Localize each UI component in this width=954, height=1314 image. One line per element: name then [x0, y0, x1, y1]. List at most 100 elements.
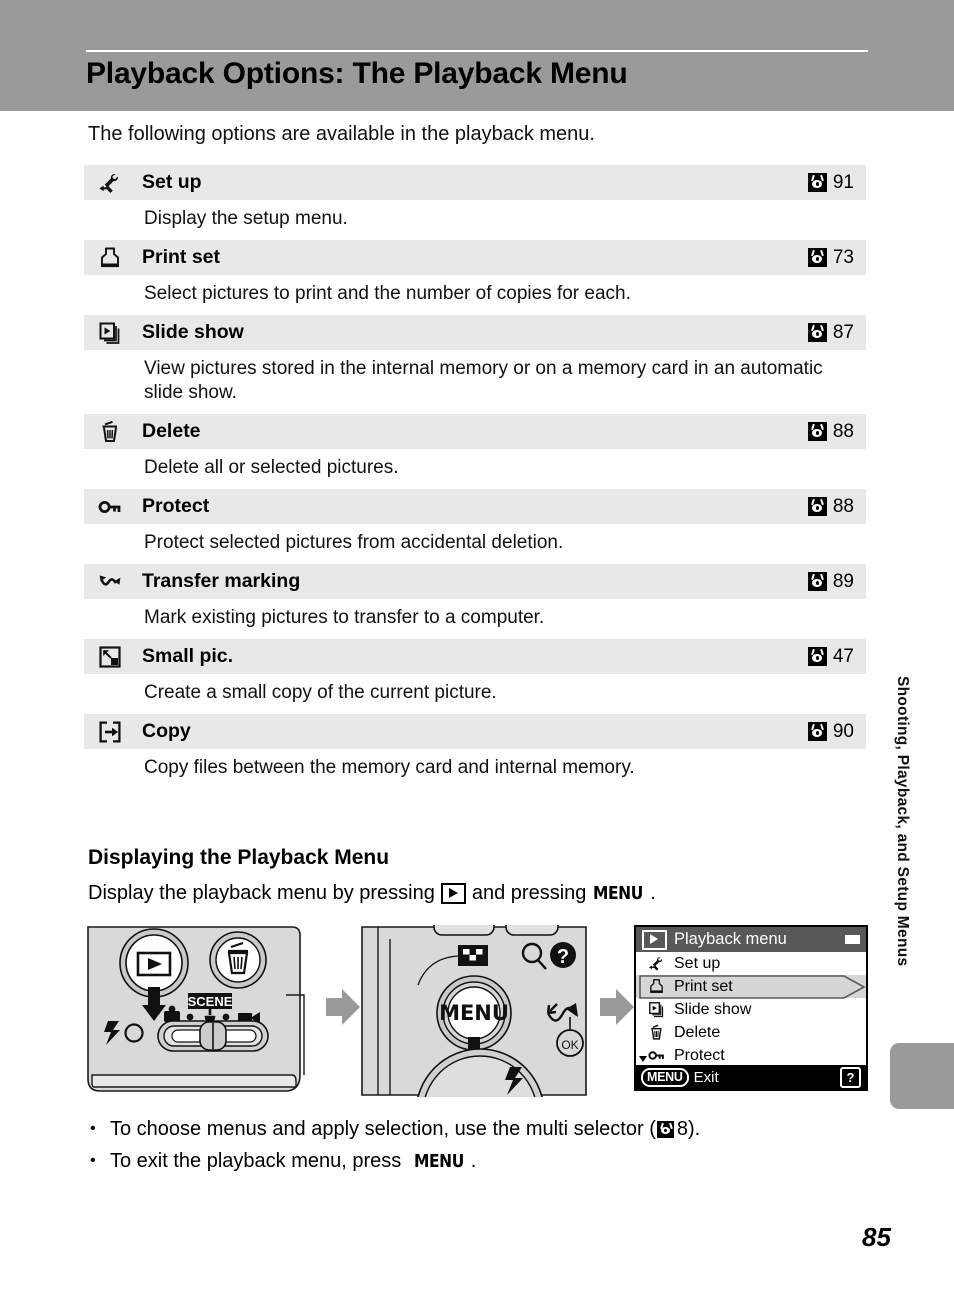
- page-reference-icon: [807, 323, 827, 342]
- page-reference: 73: [807, 247, 854, 269]
- lcd-menu-item: Slide show: [636, 998, 866, 1021]
- option-description: View pictures stored in the internal mem…: [84, 350, 866, 414]
- table-row: Copy 90: [84, 714, 866, 749]
- lcd-title-text: Playback menu: [674, 930, 787, 948]
- option-description: Create a small copy of the current pictu…: [84, 674, 866, 714]
- page-reference: 87: [807, 321, 854, 344]
- list-item: To exit the playback menu, press MENU.: [110, 1145, 700, 1178]
- lcd-menu-item: Set up: [636, 952, 866, 975]
- page-reference-number: 91: [832, 171, 854, 193]
- instruction-before: Display the playback menu by pressing: [88, 882, 435, 904]
- camera-rear-playback-button-diagram: SCENE: [86, 925, 326, 1097]
- lcd-frame: Playback menu Set up Print set Slide show D…: [634, 925, 868, 1091]
- bullet-2-before: To exit the playback menu, press: [110, 1150, 402, 1172]
- lcd-menu-item-label: Set up: [674, 954, 721, 972]
- menu-button-glyph: MENU: [593, 883, 644, 904]
- table-row: Print set 73: [84, 240, 866, 275]
- lcd-menu-item: Protect: [636, 1044, 866, 1067]
- option-label: Print set: [142, 246, 221, 268]
- flow-arrow-2-icon: [598, 987, 636, 1027]
- svg-text:?: ?: [557, 946, 569, 968]
- page-reference: 91: [807, 171, 854, 194]
- bullet-1-before: To choose menus and apply selection, use…: [110, 1118, 656, 1140]
- option-label: Copy: [142, 720, 191, 742]
- option-description: Select pictures to print and the number …: [84, 275, 866, 315]
- option-description: Copy files between the memory card and i…: [84, 749, 866, 789]
- svg-text:SCENE: SCENE: [188, 994, 233, 1009]
- slideshow-icon: [94, 321, 142, 345]
- page-reference-number: 47: [832, 645, 854, 667]
- page-reference-number: 88: [832, 495, 854, 517]
- page-title: Playback Options: The Playback Menu: [86, 57, 628, 90]
- slideshow-icon: [645, 1001, 667, 1018]
- page-reference-icon: [807, 248, 827, 267]
- camera-rear-menu-button-diagram: ? MENU OK: [360, 925, 600, 1097]
- page-reference: 88: [807, 495, 854, 518]
- intro-paragraph: The following options are available in t…: [88, 123, 595, 145]
- header-rule: [86, 50, 868, 52]
- page-reference-number: 89: [832, 570, 854, 592]
- lcd-title-bar: Playback menu: [636, 927, 866, 952]
- side-tab-marker: [890, 1043, 954, 1109]
- table-row: Transfer marking 89: [84, 564, 866, 599]
- menu-button-glyph: MENU: [413, 1151, 464, 1172]
- page-number: 85: [862, 1222, 891, 1252]
- lcd-scroll-down-icon: [639, 1056, 647, 1062]
- transfer-icon: [94, 570, 142, 594]
- trash-icon: [94, 420, 142, 444]
- lcd-menu-list: Set up Print set Slide show Delete Protect: [636, 952, 866, 1067]
- copy-icon: [94, 720, 142, 744]
- option-label: Set up: [142, 171, 202, 193]
- lcd-menu-item: Print set: [636, 975, 866, 998]
- option-label: Transfer marking: [142, 570, 301, 592]
- lcd-menu-item-label: Protect: [674, 1046, 725, 1064]
- key-icon: [645, 1047, 667, 1064]
- svg-text:MENU: MENU: [439, 1001, 509, 1025]
- page-reference-number: 88: [832, 420, 854, 442]
- page-reference-icon: [807, 647, 827, 666]
- wrench-arrow-icon: [94, 171, 142, 195]
- page-reference-number: 87: [832, 321, 854, 343]
- printer-icon: [645, 978, 667, 995]
- svg-text:OK: OK: [561, 1038, 578, 1052]
- lcd-menu-item-label: Print set: [674, 977, 733, 995]
- printer-icon: [94, 246, 142, 270]
- option-label: Small pic.: [142, 645, 234, 667]
- table-row: Set up 91: [84, 165, 866, 200]
- table-row: Delete 88: [84, 414, 866, 449]
- option-description: Mark existing pictures to transfer to a …: [84, 599, 866, 639]
- battery-icon: [845, 935, 860, 944]
- page-reference: 89: [807, 570, 854, 593]
- page-reference-icon: [807, 722, 827, 741]
- page-reference-icon: [807, 572, 827, 591]
- flow-arrow-1-icon: [324, 987, 362, 1027]
- option-label: Slide show: [142, 321, 244, 343]
- page-reference: 88: [807, 420, 854, 443]
- page-reference-icon: [807, 422, 827, 441]
- playback-mode-icon: [642, 929, 667, 950]
- wrench-arrow-icon: [645, 955, 667, 972]
- lcd-menu-item-label: Delete: [674, 1023, 721, 1041]
- lcd-exit-label: Exit: [693, 1068, 719, 1086]
- instruction-after: .: [650, 882, 656, 904]
- page-reference: 47: [807, 645, 854, 668]
- page-reference-icon: [807, 173, 827, 192]
- page-header-band: Playback Options: The Playback Menu: [0, 0, 954, 111]
- trash-icon: [645, 1024, 667, 1041]
- bullet-1-after: ).: [687, 1118, 701, 1140]
- side-tab-label: Shooting, Playback, and Setup Menus: [894, 676, 911, 967]
- page-reference-number: 90: [832, 720, 854, 742]
- option-label: Delete: [142, 420, 201, 442]
- option-description: Display the setup menu.: [84, 200, 866, 240]
- bullet-1-page: 8: [676, 1118, 688, 1140]
- playback-options-table: Set up 91 Display the setup menu. Print set…: [84, 165, 866, 789]
- page-reference: 90: [807, 720, 854, 743]
- lcd-menu-button-label: MENU: [641, 1067, 689, 1087]
- option-label: Protect: [142, 495, 210, 517]
- figure-strip: SCENE ? MENU OK Playback menu Set up Pri…: [86, 925, 876, 1097]
- lcd-help-button: ?: [840, 1066, 861, 1088]
- lcd-footer-bar: MENU Exit ?: [636, 1065, 866, 1089]
- option-description: Delete all or selected pictures.: [84, 449, 866, 489]
- lcd-menu-item: Delete: [636, 1021, 866, 1044]
- lcd-playback-menu-screen: Playback menu Set up Print set Slide show D…: [634, 925, 874, 1097]
